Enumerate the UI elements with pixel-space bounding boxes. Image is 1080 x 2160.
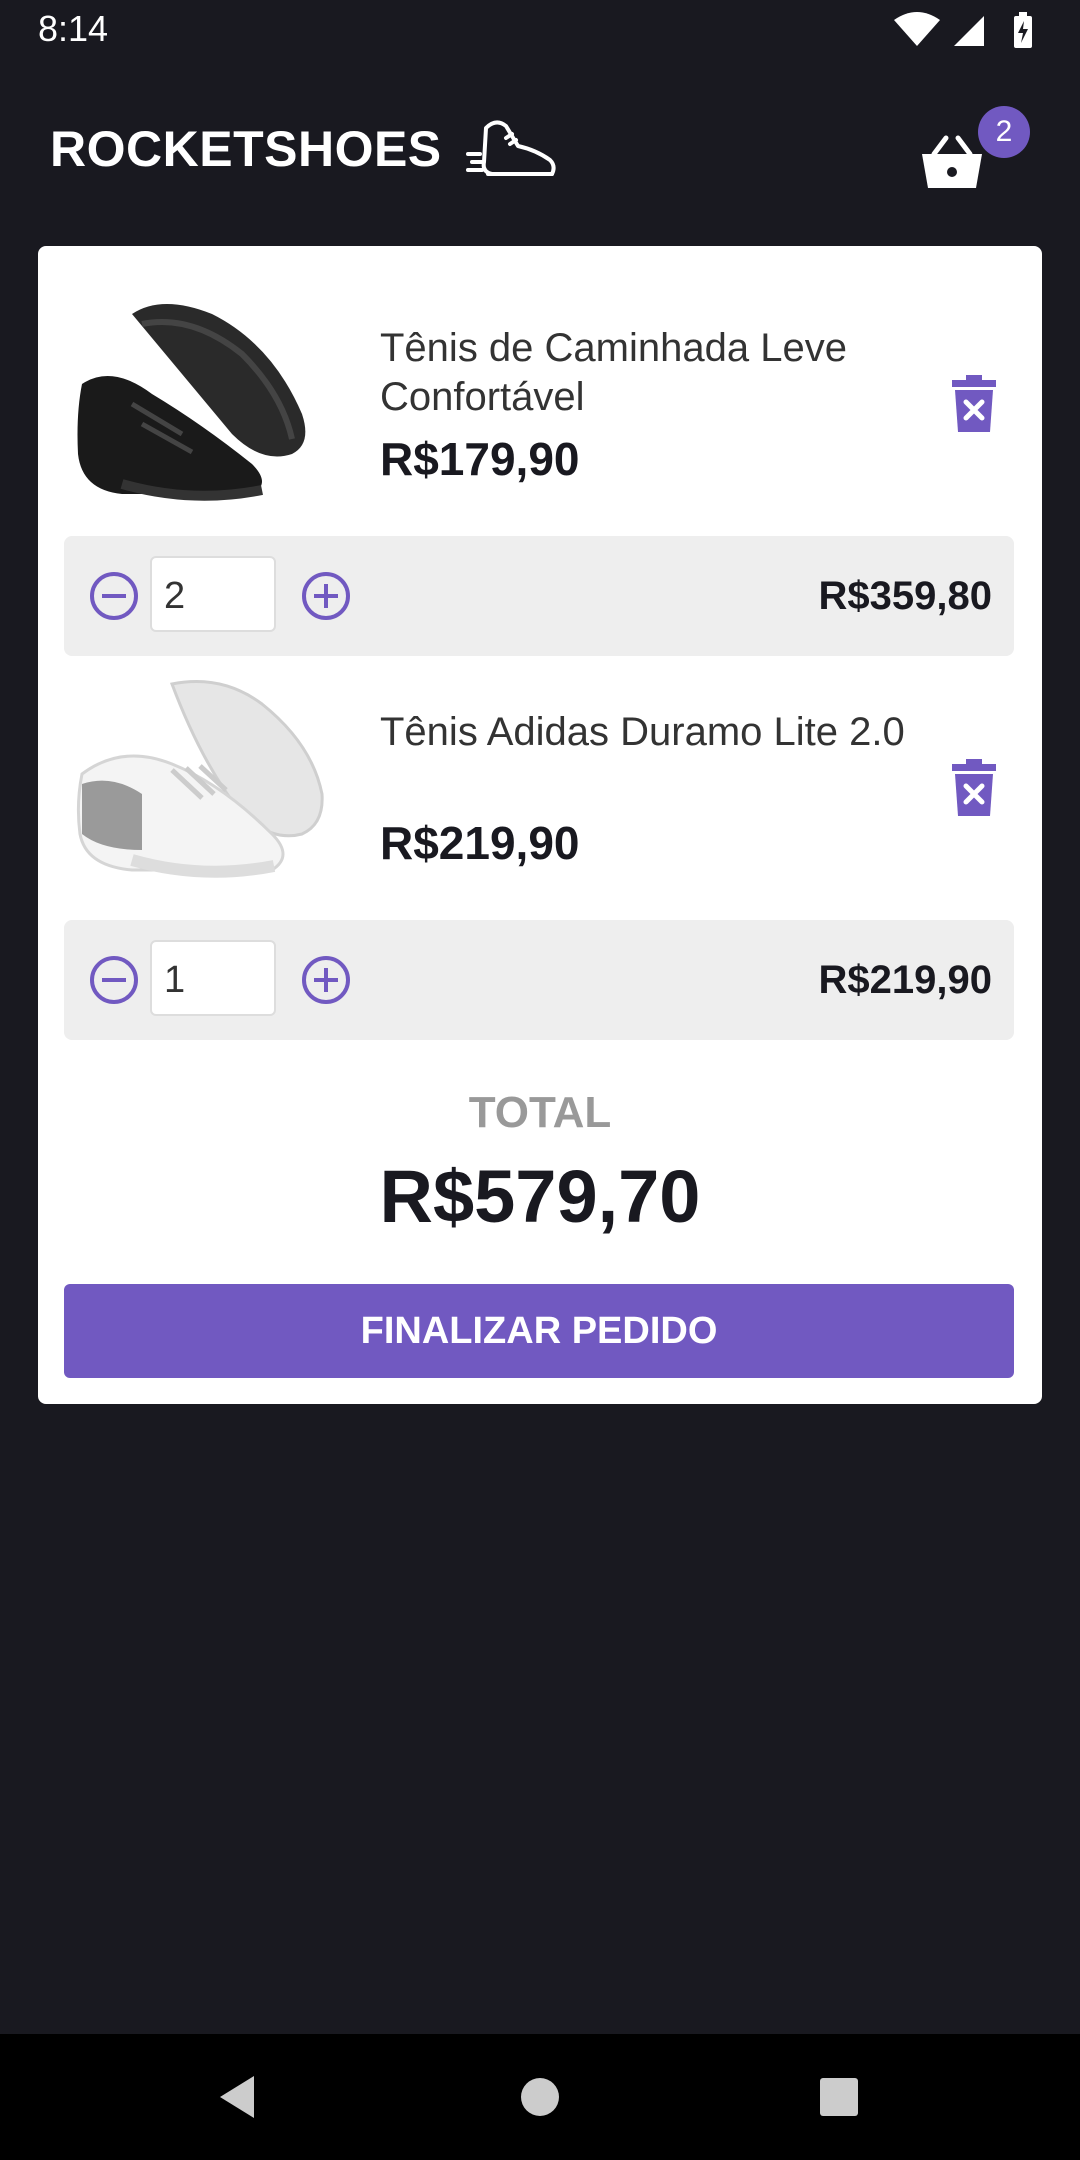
decrement-button[interactable] [88,954,140,1006]
quantity-bar: 2 R$359,80 [64,536,1014,656]
total-value: R$579,70 [379,1155,701,1238]
item-subtotal: R$359,80 [818,574,992,618]
product-title: Tênis Adidas Duramo Lite 2.0 [380,710,905,754]
status-bar: 8:14 [0,0,1080,64]
back-icon[interactable] [214,2072,264,2122]
delete-button[interactable] [942,372,1006,436]
cart-panel: Tênis de Caminhada Leve Confortável R$17… [38,246,1042,1404]
item-subtotal: R$219,90 [818,958,992,1002]
increment-button[interactable] [300,570,352,622]
recents-icon[interactable] [814,2072,864,2122]
quantity-bar: 1 R$219,90 [64,920,1014,1040]
black-sneaker-image [77,304,306,501]
product-price: R$219,90 [380,817,580,869]
signal-icon [954,16,984,46]
status-icons [892,12,1042,52]
home-icon[interactable] [515,2072,565,2122]
basket-icon [922,135,982,188]
app-header: ROCKETSHOES 2 [0,64,1080,244]
wifi-icon [894,12,940,46]
logo-text: ROCKETSHOES [50,121,442,177]
navigation-bar [0,2034,1080,2160]
delete-button[interactable] [942,756,1006,820]
running-shoe-icon [465,120,556,176]
cart-count-badge: 2 [978,106,1030,158]
quantity-input[interactable]: 1 [150,940,276,1016]
status-time: 8:14 [38,8,109,49]
total-label: TOTAL [468,1088,612,1137]
decrement-button[interactable] [88,570,140,622]
logo[interactable]: ROCKETSHOES [50,104,558,194]
product-title: Tênis de Caminhada Leve Confortável [380,326,847,419]
battery-charging-icon [1014,12,1032,48]
white-sneaker-image [76,680,324,878]
cart-button[interactable]: 2 [920,106,1030,206]
quantity-input[interactable]: 2 [150,556,276,632]
checkout-button[interactable]: FINALIZAR PEDIDO [64,1284,1014,1378]
increment-button[interactable] [300,954,352,1006]
product-price: R$179,90 [380,433,580,485]
